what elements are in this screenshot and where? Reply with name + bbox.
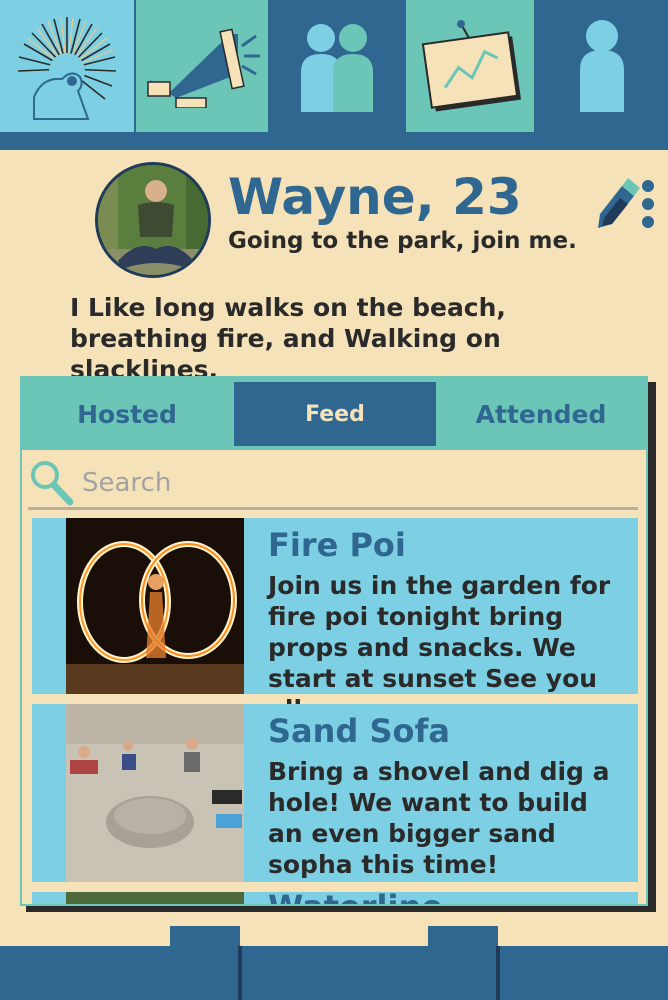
feed-item-image xyxy=(66,704,244,882)
bottom-divider xyxy=(238,946,242,1000)
profile-name: Wayne, 23 xyxy=(228,168,522,226)
search-bar xyxy=(28,454,638,510)
search-input[interactable] xyxy=(82,464,622,502)
nav-discover-button[interactable] xyxy=(0,0,134,132)
tab-bar: Hosted Feed Attended xyxy=(22,378,646,450)
megaphone-icon xyxy=(147,28,260,108)
radial-burst-icon xyxy=(17,17,117,120)
feed-item-title: Fire Poi xyxy=(268,526,406,564)
feed-item-image xyxy=(66,892,244,904)
search-icon[interactable] xyxy=(28,458,74,506)
tab-feed[interactable]: Feed xyxy=(234,382,436,446)
nav-profile-button[interactable] xyxy=(536,0,668,132)
feed-item-image xyxy=(66,518,244,694)
profile-bio: I Like long walks on the beach, breathin… xyxy=(70,293,506,384)
feed-item-description: Bring a shovel and dig a hole! We want t… xyxy=(268,757,610,879)
feed-item[interactable]: Fire Poi Join us in the garden for fire … xyxy=(32,518,638,724)
nav-friends-button[interactable] xyxy=(270,0,404,132)
profile-status: Going to the park, join me. xyxy=(228,228,577,254)
bottom-divider xyxy=(496,946,500,1000)
edit-icon[interactable] xyxy=(594,176,656,232)
bottom-tab-left[interactable] xyxy=(170,926,240,1000)
bottom-bar xyxy=(0,946,668,1000)
avatar[interactable] xyxy=(95,162,211,278)
nav-activity-button[interactable] xyxy=(406,0,534,132)
feed-item[interactable]: Waterline xyxy=(32,888,638,904)
top-nav xyxy=(0,0,668,150)
feed-item-description: Join us in the garden for fire poi tonig… xyxy=(268,571,611,724)
people-icon xyxy=(301,24,373,112)
tab-attended[interactable]: Attended xyxy=(436,378,646,450)
person-icon xyxy=(580,20,624,112)
feed-panel: Hosted Feed Attended Fire Poi Join us in… xyxy=(20,376,648,906)
bottom-tab-right[interactable] xyxy=(428,926,498,1000)
chart-board-icon xyxy=(421,20,522,112)
avatar-photo xyxy=(98,165,208,275)
feed-item-title: Waterline xyxy=(268,888,443,904)
feed-item-title: Sand Sofa xyxy=(268,712,451,750)
tab-hosted[interactable]: Hosted xyxy=(22,378,232,450)
feed-item[interactable]: Sand Sofa Bring a shovel and dig a hole!… xyxy=(32,704,638,882)
nav-announce-button[interactable] xyxy=(136,0,268,132)
